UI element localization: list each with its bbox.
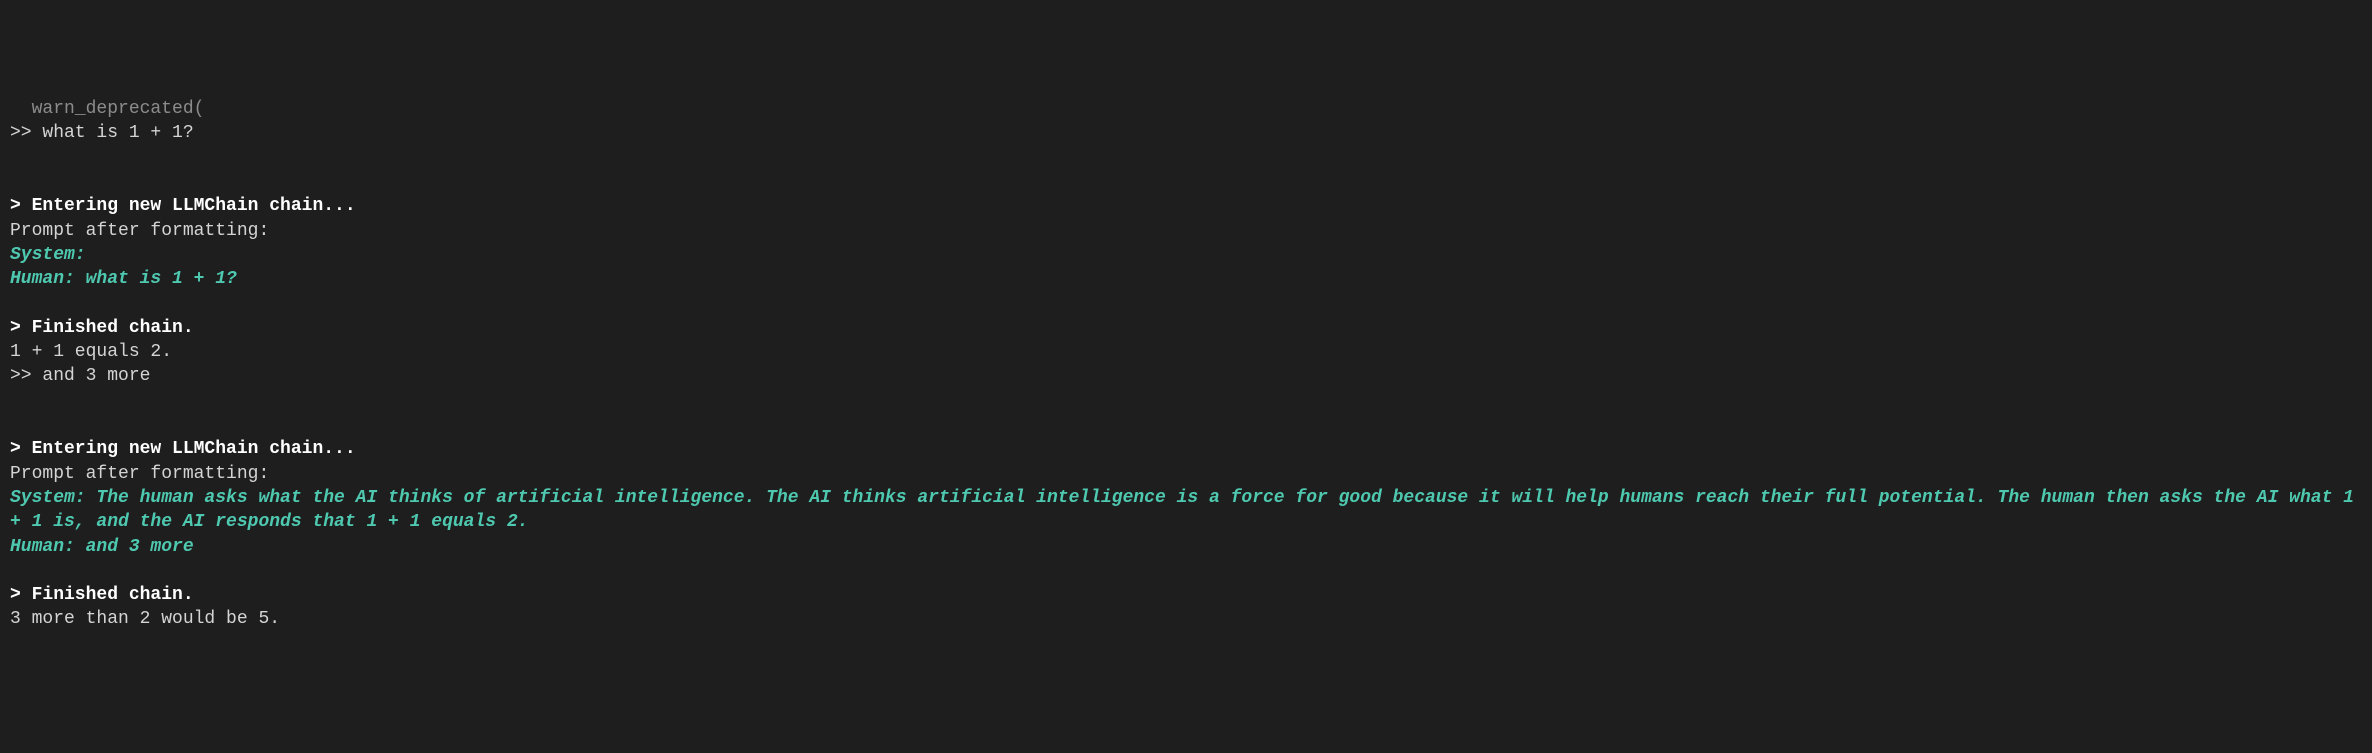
terminal-line: warn_deprecated( [10, 97, 2362, 121]
terminal-line: > Finished chain. [10, 316, 2362, 340]
terminal-line [10, 170, 2362, 194]
terminal-line [10, 146, 2362, 170]
terminal-line: System: The human asks what the AI think… [10, 486, 2362, 535]
terminal-line: Human: what is 1 + 1? [10, 267, 2362, 291]
terminal-line: > Finished chain. [10, 583, 2362, 607]
terminal-line: 1 + 1 equals 2. [10, 340, 2362, 364]
terminal-line: >> and 3 more [10, 364, 2362, 388]
terminal-line [10, 389, 2362, 413]
terminal-line: Prompt after formatting: [10, 462, 2362, 486]
terminal-line: > Entering new LLMChain chain... [10, 437, 2362, 461]
terminal-line: 3 more than 2 would be 5. [10, 607, 2362, 631]
terminal-line: > Entering new LLMChain chain... [10, 194, 2362, 218]
terminal-line: >> what is 1 + 1? [10, 121, 2362, 145]
terminal-line: Prompt after formatting: [10, 219, 2362, 243]
terminal-output: warn_deprecated(>> what is 1 + 1? > Ente… [10, 97, 2362, 632]
terminal-line: Human: and 3 more [10, 535, 2362, 559]
terminal-line: System: [10, 243, 2362, 267]
terminal-line [10, 413, 2362, 437]
terminal-line [10, 559, 2362, 583]
terminal-line [10, 292, 2362, 316]
